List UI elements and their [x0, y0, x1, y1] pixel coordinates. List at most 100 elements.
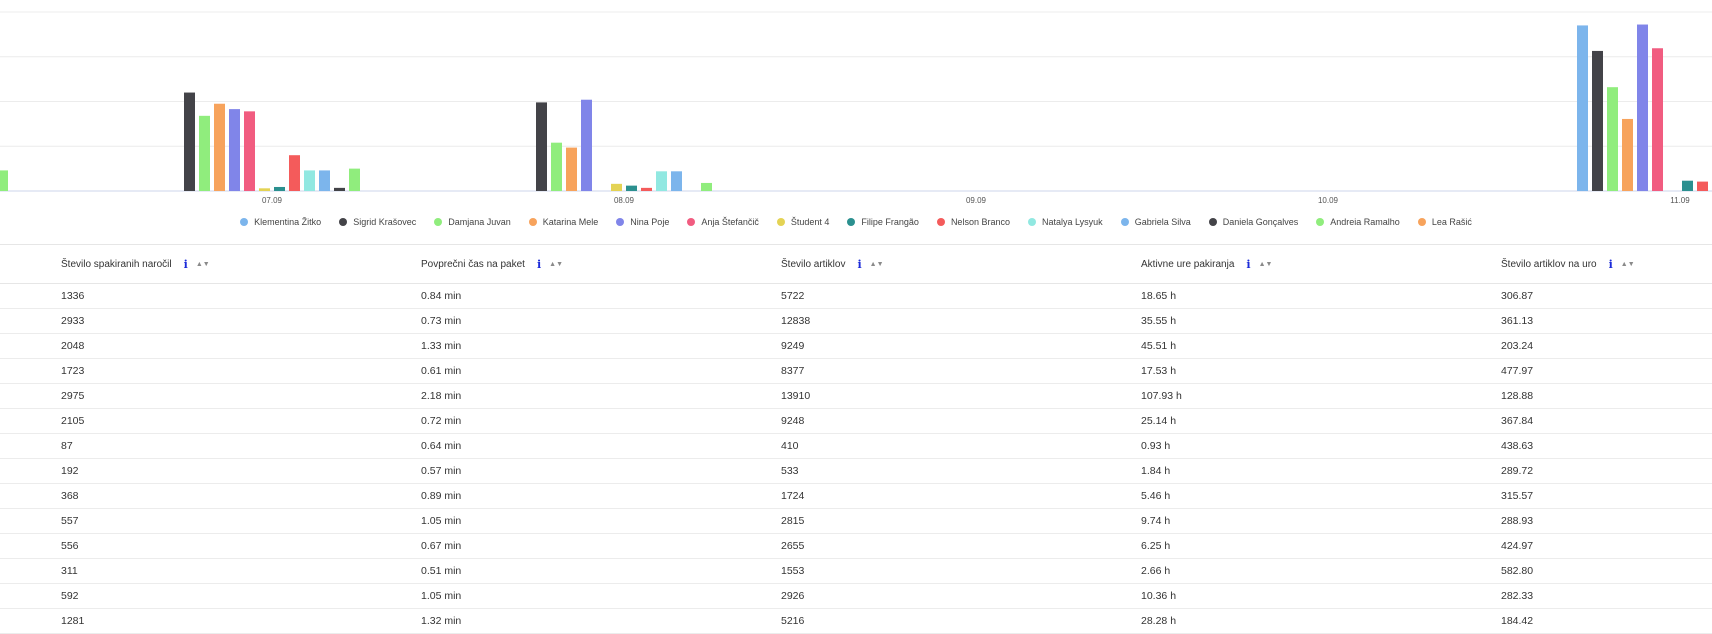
legend-item[interactable]: Andreia Ramalho — [1316, 214, 1400, 230]
table-row[interactable]: 557 1.05 min 2815 9.74 h 288.93 — [0, 509, 1712, 534]
bar-08.09-13[interactable] — [701, 182, 712, 191]
legend-label: Natalya Lysyuk — [1041, 217, 1103, 227]
sort-icon[interactable]: ▲▼ — [549, 261, 563, 268]
bar-07.09-11[interactable] — [319, 170, 330, 191]
table-cell: 1.33 min — [421, 340, 462, 352]
info-icon[interactable]: i — [1246, 258, 1250, 271]
bar-11.09-2[interactable] — [1592, 50, 1603, 192]
sort-icon[interactable]: ▲▼ — [1259, 261, 1273, 268]
table-cell: 192 — [61, 465, 79, 477]
table-row[interactable]: 592 1.05 min 2926 10.36 h 282.33 — [0, 584, 1712, 609]
legend-label: Sigrid Krašovec — [353, 217, 417, 227]
bar-11.09-8[interactable] — [1682, 180, 1693, 191]
sort-icon[interactable]: ▲▼ — [196, 261, 210, 268]
info-icon[interactable]: i — [184, 258, 188, 271]
column-header[interactable]: Aktivne ure pakiranja i ▲▼ — [1141, 245, 1272, 283]
bar-11.09-1[interactable] — [1577, 25, 1588, 191]
table-row[interactable]: 2048 1.33 min 9249 45.51 h 203.24 — [0, 334, 1712, 359]
legend-item[interactable]: Lea Rašić — [1417, 214, 1472, 230]
table-cell: 0.89 min — [421, 490, 462, 502]
table-row[interactable]: 2933 0.73 min 12838 35.55 h 361.13 — [0, 309, 1712, 334]
legend-item[interactable]: Natalya Lysyuk — [1027, 214, 1103, 230]
column-header[interactable]: Število artiklov i ▲▼ — [781, 245, 884, 283]
bar-08.09-5[interactable] — [581, 99, 592, 191]
bar-11.09-9[interactable] — [1697, 181, 1708, 191]
bar-07.09-12[interactable] — [334, 187, 345, 191]
legend-item[interactable]: Gabriela Silva — [1120, 214, 1191, 230]
bar-07.09-4[interactable] — [214, 103, 225, 191]
bar-08.09-3[interactable] — [551, 142, 562, 191]
column-header[interactable]: Povprečni čas na paket i ▲▼ — [421, 245, 563, 283]
column-header[interactable]: Število spakiranih naročil i ▲▼ — [61, 245, 210, 283]
table-row[interactable]: 1723 0.61 min 8377 17.53 h 477.97 — [0, 359, 1712, 384]
table-cell: 0.67 min — [421, 540, 462, 552]
table-row[interactable]: 2105 0.72 min 9248 25.14 h 367.84 — [0, 409, 1712, 434]
bar-11.09-5[interactable] — [1637, 24, 1648, 192]
bar-07.09-9[interactable] — [289, 155, 300, 191]
column-header-label: Število spakiranih naročil — [61, 258, 172, 270]
bar-08.09-9[interactable] — [641, 187, 652, 191]
table-cell: 87 — [61, 440, 73, 452]
legend-marker-icon — [1120, 218, 1129, 226]
bar-07.09-6[interactable] — [244, 111, 255, 191]
legend-item[interactable]: Daniela Gonçalves — [1208, 214, 1298, 230]
legend-item[interactable]: Študent 4 — [776, 214, 829, 230]
column-header-label: Število artiklov na uro — [1501, 258, 1597, 270]
x-tick-label: 08.09 — [614, 196, 635, 205]
table-row[interactable]: 556 0.67 min 2655 6.25 h 424.97 — [0, 534, 1712, 559]
bar-07.09-13[interactable] — [349, 168, 360, 191]
legend-item[interactable]: Anja Štefančič — [687, 214, 759, 230]
bar-07.09-10[interactable] — [304, 170, 315, 191]
info-icon[interactable]: i — [857, 258, 861, 271]
legend-item[interactable]: Nelson Branco — [936, 214, 1010, 230]
packing-stats-table: Število spakiranih naročil i ▲▼ Povprečni č… — [0, 244, 1712, 634]
table-row[interactable]: 2975 2.18 min 13910 107.93 h 128.88 — [0, 384, 1712, 409]
legend-item[interactable]: Katarina Mele — [528, 214, 598, 230]
table-cell: 0.51 min — [421, 565, 462, 577]
x-tick-label: 09.09 — [966, 196, 987, 205]
column-header[interactable]: Število artiklov na uro i ▲▼ — [1501, 245, 1635, 283]
bar-11.09-4[interactable] — [1622, 118, 1633, 191]
legend-label: Damjana Juvan — [448, 217, 511, 227]
sort-icon[interactable]: ▲▼ — [1621, 261, 1635, 268]
table-row[interactable]: 368 0.89 min 1724 5.46 h 315.57 — [0, 484, 1712, 509]
info-icon[interactable]: i — [1609, 258, 1613, 271]
bar-08.09-7[interactable] — [611, 183, 622, 191]
table-cell: 1.84 h — [1141, 465, 1171, 477]
table-cell: 18.65 h — [1141, 290, 1177, 302]
table-cell: 107.93 h — [1141, 390, 1182, 402]
bar-07.09-7[interactable] — [259, 188, 270, 191]
legend-label: Anja Štefančič — [701, 217, 759, 227]
bar-08.09-2[interactable] — [536, 102, 547, 191]
legend-marker-icon — [528, 218, 537, 226]
table-row[interactable]: 311 0.51 min 1553 2.66 h 582.80 — [0, 559, 1712, 584]
table-row[interactable]: 1336 0.84 min 5722 18.65 h 306.87 — [0, 284, 1712, 309]
bar-07.09-5[interactable] — [229, 109, 240, 191]
legend-item[interactable]: Filipe Frangão — [847, 214, 919, 230]
bar-06.09-13[interactable] — [0, 170, 8, 191]
bar-08.09-4[interactable] — [566, 147, 577, 191]
info-icon[interactable]: i — [537, 258, 541, 271]
table-cell: 367.84 — [1501, 415, 1534, 427]
bar-08.09-8[interactable] — [626, 185, 637, 191]
bar-08.09-11[interactable] — [671, 171, 682, 191]
bar-11.09-6[interactable] — [1652, 48, 1663, 192]
legend-item[interactable]: Damjana Juvan — [434, 214, 511, 230]
legend-item[interactable]: Klementina Žitko — [240, 214, 321, 230]
legend-item[interactable]: Sigrid Krašovec — [339, 214, 416, 230]
bar-08.09-10[interactable] — [656, 171, 667, 191]
table-row[interactable]: 1281 1.32 min 5216 28.28 h 184.42 — [0, 609, 1712, 634]
table-row[interactable]: 87 0.64 min 410 0.93 h 438.63 — [0, 434, 1712, 459]
legend-marker-icon — [1208, 218, 1217, 226]
sort-icon[interactable]: ▲▼ — [870, 261, 884, 268]
table-row[interactable]: 192 0.57 min 533 1.84 h 289.72 — [0, 459, 1712, 484]
legend-item[interactable]: Nina Poje — [616, 214, 669, 230]
bar-07.09-8[interactable] — [274, 186, 285, 191]
chart-legend: Klementina Žitko Sigrid Krašovec Damjana J… — [0, 214, 1712, 230]
x-tick-label: 10.09 — [1318, 196, 1339, 205]
bar-11.09-3[interactable] — [1607, 87, 1618, 191]
bar-07.09-3[interactable] — [199, 115, 210, 191]
table-cell: 8377 — [781, 365, 805, 377]
bar-07.09-2[interactable] — [184, 92, 195, 191]
table-cell: 438.63 — [1501, 440, 1534, 452]
